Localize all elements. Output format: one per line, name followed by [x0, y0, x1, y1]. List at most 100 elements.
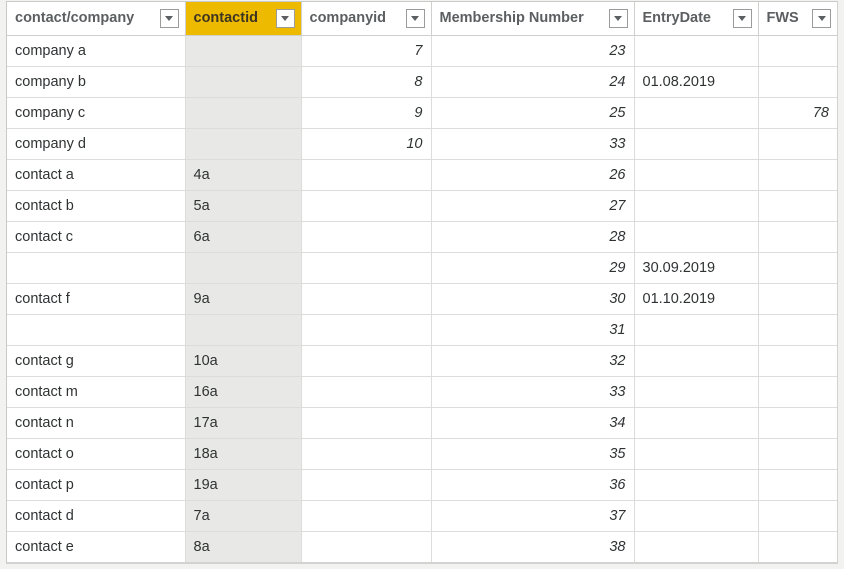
table-row[interactable]: contact a 4a 26: [7, 159, 837, 191]
cell-contactid[interactable]: [185, 35, 302, 67]
cell-fws[interactable]: [758, 314, 837, 346]
cell-companyid[interactable]: [301, 190, 432, 222]
cell-membership[interactable]: 37: [431, 500, 635, 532]
table-row[interactable]: 29 30.09.2019: [7, 252, 837, 284]
cell-membership[interactable]: 23: [431, 35, 635, 67]
cell-entrydate[interactable]: [634, 35, 759, 67]
cell-contact_company[interactable]: contact c: [7, 221, 186, 253]
cell-membership[interactable]: 29: [431, 252, 635, 284]
cell-fws[interactable]: [758, 159, 837, 191]
table-row[interactable]: contact p 19a 36: [7, 469, 837, 501]
cell-fws[interactable]: [758, 376, 837, 408]
table-row[interactable]: contact f 9a 30 01.10.2019: [7, 283, 837, 315]
cell-entrydate[interactable]: [634, 438, 759, 470]
table-row[interactable]: contact g 10a 32: [7, 345, 837, 377]
cell-membership[interactable]: 35: [431, 438, 635, 470]
cell-contact_company[interactable]: contact d: [7, 500, 186, 532]
cell-contactid[interactable]: 18a: [185, 438, 302, 470]
cell-fws[interactable]: [758, 469, 837, 501]
cell-membership[interactable]: 38: [431, 531, 635, 562]
cell-contactid[interactable]: [185, 97, 302, 129]
cell-companyid[interactable]: [301, 345, 432, 377]
cell-fws[interactable]: [758, 128, 837, 160]
table-row[interactable]: contact b 5a 27: [7, 190, 837, 222]
cell-contactid[interactable]: 10a: [185, 345, 302, 377]
cell-entrydate[interactable]: [634, 314, 759, 346]
cell-companyid[interactable]: [301, 159, 432, 191]
cell-companyid[interactable]: [301, 500, 432, 532]
cell-contactid[interactable]: 7a: [185, 500, 302, 532]
cell-contactid[interactable]: 4a: [185, 159, 302, 191]
cell-entrydate[interactable]: [634, 221, 759, 253]
cell-fws[interactable]: [758, 345, 837, 377]
cell-fws[interactable]: [758, 407, 837, 439]
cell-contact_company[interactable]: [7, 314, 186, 346]
table-row[interactable]: company c 9 25 78: [7, 97, 837, 129]
cell-entrydate[interactable]: [634, 500, 759, 532]
cell-membership[interactable]: 34: [431, 407, 635, 439]
cell-fws[interactable]: [758, 221, 837, 253]
table-row[interactable]: contact o 18a 35: [7, 438, 837, 470]
cell-entrydate[interactable]: [634, 128, 759, 160]
column-header-contactid[interactable]: contactid: [185, 2, 302, 36]
cell-contact_company[interactable]: contact a: [7, 159, 186, 191]
chevron-down-icon[interactable]: [275, 8, 295, 28]
cell-membership[interactable]: 25: [431, 97, 635, 129]
cell-companyid[interactable]: [301, 407, 432, 439]
cell-contact_company[interactable]: contact p: [7, 469, 186, 501]
column-header-companyid[interactable]: companyid: [301, 2, 432, 36]
table-row[interactable]: company b 8 24 01.08.2019: [7, 66, 837, 98]
table-row[interactable]: contact d 7a 37: [7, 500, 837, 532]
cell-fws[interactable]: [758, 283, 837, 315]
cell-companyid[interactable]: [301, 376, 432, 408]
cell-companyid[interactable]: 10: [301, 128, 432, 160]
cell-companyid[interactable]: [301, 314, 432, 346]
cell-entrydate[interactable]: [634, 345, 759, 377]
cell-contactid[interactable]: 17a: [185, 407, 302, 439]
cell-fws[interactable]: [758, 531, 837, 562]
cell-membership[interactable]: 33: [431, 128, 635, 160]
cell-companyid[interactable]: 8: [301, 66, 432, 98]
column-header-fws[interactable]: FWS: [758, 2, 837, 36]
cell-contactid[interactable]: 8a: [185, 531, 302, 562]
cell-companyid[interactable]: 9: [301, 97, 432, 129]
cell-membership[interactable]: 24: [431, 66, 635, 98]
cell-membership[interactable]: 36: [431, 469, 635, 501]
cell-contact_company[interactable]: contact m: [7, 376, 186, 408]
cell-entrydate[interactable]: [634, 407, 759, 439]
chevron-down-icon[interactable]: [159, 8, 179, 28]
cell-contact_company[interactable]: contact n: [7, 407, 186, 439]
cell-entrydate[interactable]: [634, 376, 759, 408]
chevron-down-icon[interactable]: [732, 8, 752, 28]
cell-membership[interactable]: 28: [431, 221, 635, 253]
cell-entrydate[interactable]: [634, 469, 759, 501]
cell-contact_company[interactable]: contact e: [7, 531, 186, 562]
column-header-entrydate[interactable]: EntryDate: [634, 2, 759, 36]
cell-companyid[interactable]: [301, 469, 432, 501]
cell-contactid[interactable]: 5a: [185, 190, 302, 222]
cell-contact_company[interactable]: contact b: [7, 190, 186, 222]
cell-contactid[interactable]: [185, 252, 302, 284]
cell-contactid[interactable]: [185, 66, 302, 98]
cell-fws[interactable]: [758, 35, 837, 67]
cell-companyid[interactable]: 7: [301, 35, 432, 67]
cell-contact_company[interactable]: contact f: [7, 283, 186, 315]
cell-contactid[interactable]: 9a: [185, 283, 302, 315]
cell-contact_company[interactable]: company c: [7, 97, 186, 129]
cell-membership[interactable]: 33: [431, 376, 635, 408]
cell-fws[interactable]: [758, 438, 837, 470]
cell-contact_company[interactable]: contact g: [7, 345, 186, 377]
cell-membership[interactable]: 30: [431, 283, 635, 315]
cell-contactid[interactable]: 6a: [185, 221, 302, 253]
cell-companyid[interactable]: [301, 283, 432, 315]
table-row[interactable]: contact m 16a 33: [7, 376, 837, 408]
cell-companyid[interactable]: [301, 252, 432, 284]
table-row[interactable]: company d 10 33: [7, 128, 837, 160]
cell-entrydate[interactable]: 01.08.2019: [634, 66, 759, 98]
cell-fws[interactable]: [758, 252, 837, 284]
cell-contact_company[interactable]: company d: [7, 128, 186, 160]
cell-contact_company[interactable]: company a: [7, 35, 186, 67]
cell-contact_company[interactable]: contact o: [7, 438, 186, 470]
column-header-contact_company[interactable]: contact/company: [7, 2, 186, 36]
cell-fws[interactable]: 78: [758, 97, 837, 129]
